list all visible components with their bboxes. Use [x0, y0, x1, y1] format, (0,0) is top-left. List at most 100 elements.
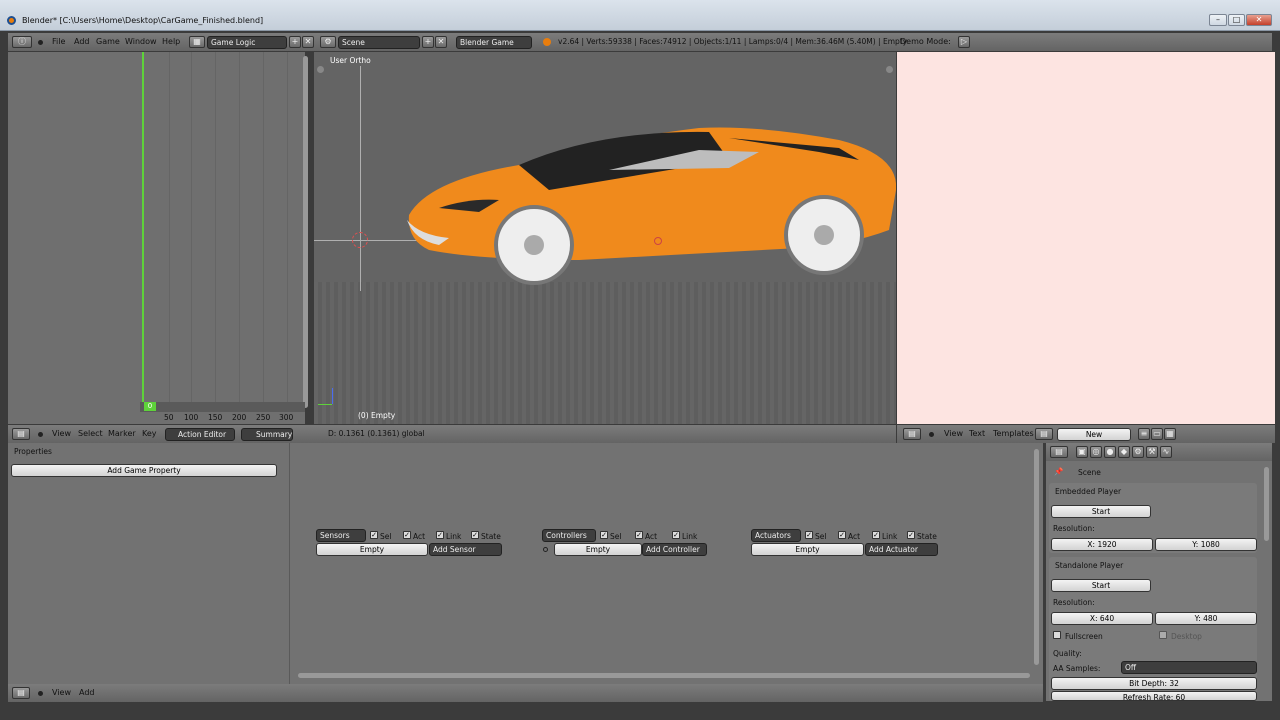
actuators-sel-checkbox[interactable]: ✓: [805, 531, 813, 539]
collapse-dot-icon[interactable]: [38, 691, 43, 696]
actuators-link-checkbox[interactable]: ✓: [872, 531, 880, 539]
scene-tab-icon[interactable]: ◎: [1090, 446, 1102, 458]
embedded-player-title[interactable]: Embedded Player: [1055, 487, 1121, 496]
action-editor-area[interactable]: 0 50 100 150 200 250 300: [8, 52, 308, 424]
scene-field[interactable]: Scene: [338, 36, 420, 49]
sensors-link-checkbox[interactable]: ✓: [436, 531, 444, 539]
fullscreen-label: Fullscreen: [1065, 632, 1103, 641]
editor-type-icon[interactable]: ▤: [903, 428, 921, 440]
standalone-start-button[interactable]: Start: [1051, 579, 1151, 592]
aa-samples-select[interactable]: Off: [1121, 661, 1257, 674]
collapse-dot-icon[interactable]: [38, 40, 43, 45]
bit-depth-field[interactable]: Bit Depth: 32: [1051, 677, 1257, 690]
sensors-menu[interactable]: Sensors: [316, 529, 366, 542]
screen-add-icon[interactable]: +: [289, 36, 301, 48]
modifiers-tab-icon[interactable]: ⚒: [1146, 446, 1158, 458]
menu-marker[interactable]: Marker: [108, 429, 136, 438]
add-game-property-button[interactable]: Add Game Property: [11, 464, 277, 477]
word-wrap-icon[interactable]: ▭: [1151, 428, 1163, 440]
standalone-player-title[interactable]: Standalone Player: [1055, 561, 1123, 570]
actuators-menu[interactable]: Actuators: [751, 529, 801, 542]
object-tab-icon[interactable]: ◆: [1118, 446, 1130, 458]
add-actuator-select[interactable]: Add Actuator: [865, 543, 938, 556]
text-browse-icon[interactable]: ▤: [1035, 428, 1053, 440]
scene-add-icon[interactable]: +: [422, 36, 434, 48]
add-sensor-select[interactable]: Add Sensor: [429, 543, 502, 556]
embedded-x-field[interactable]: X: 1920: [1051, 538, 1153, 551]
menu-help[interactable]: Help: [162, 37, 180, 46]
menu-window[interactable]: Window: [125, 37, 157, 46]
text-editor-area[interactable]: [897, 52, 1275, 424]
menu-key[interactable]: Key: [142, 429, 157, 438]
play-icon[interactable]: ▷: [958, 36, 970, 48]
actuators-act-checkbox[interactable]: ✓: [838, 531, 846, 539]
logic-editor-area[interactable]: Properties Add Game Property Sensors ✓ S…: [8, 443, 1043, 684]
menu-text[interactable]: Text: [969, 429, 985, 438]
fullscreen-checkbox[interactable]: [1053, 631, 1061, 639]
sensors-act-checkbox[interactable]: ✓: [403, 531, 411, 539]
menu-game[interactable]: Game: [96, 37, 120, 46]
vertical-scrollbar[interactable]: [1034, 449, 1039, 665]
mode-select[interactable]: Action Editor: [165, 428, 235, 441]
menu-add[interactable]: Add: [74, 37, 90, 46]
controllers-act-checkbox[interactable]: ✓: [635, 531, 643, 539]
menu-add[interactable]: Add: [79, 688, 95, 697]
actuators-state-checkbox[interactable]: ✓: [907, 531, 915, 539]
menu-select[interactable]: Select: [78, 429, 103, 438]
collapse-dot-icon[interactable]: [929, 432, 934, 437]
standalone-y-field[interactable]: Y: 480: [1155, 612, 1257, 625]
vertical-scrollbar[interactable]: [1264, 467, 1269, 541]
editor-type-icon[interactable]: ⓘ: [12, 36, 32, 48]
new-text-button[interactable]: New: [1057, 428, 1131, 441]
constraints-tab-icon[interactable]: ⚙: [1132, 446, 1144, 458]
corner-widget-icon[interactable]: [886, 66, 893, 73]
render-tab-icon[interactable]: ▣: [1076, 446, 1088, 458]
collapse-dot-icon[interactable]: [38, 432, 43, 437]
controllers-sel-checkbox[interactable]: ✓: [600, 531, 608, 539]
editor-type-icon[interactable]: ▤: [1050, 446, 1068, 458]
maximize-button[interactable]: □: [1228, 14, 1245, 26]
sensors-sel-checkbox[interactable]: ✓: [370, 531, 378, 539]
close-button[interactable]: ✕: [1246, 14, 1272, 26]
sensors-state-checkbox[interactable]: ✓: [471, 531, 479, 539]
syntax-icon[interactable]: ▦: [1164, 428, 1176, 440]
menu-view[interactable]: View: [52, 688, 71, 697]
world-tab-icon[interactable]: ●: [1104, 446, 1116, 458]
screen-layout-field[interactable]: Game Logic: [207, 36, 287, 49]
frame-marker[interactable]: 0: [144, 402, 156, 411]
refresh-rate-field[interactable]: Refresh Rate: 60: [1051, 691, 1257, 702]
horizontal-scrollbar[interactable]: [298, 673, 1030, 678]
embedded-y-field[interactable]: Y: 1080: [1155, 538, 1257, 551]
screen-layout-icon[interactable]: ▦: [189, 36, 205, 48]
physics-tab-icon[interactable]: ∿: [1160, 446, 1172, 458]
sensors-object-field[interactable]: Empty: [316, 543, 428, 556]
car-model[interactable]: [399, 120, 896, 290]
engine-select[interactable]: Blender Game: [456, 36, 532, 49]
desktop-checkbox[interactable]: [1159, 631, 1167, 639]
controllers-object-field[interactable]: Empty: [554, 543, 642, 556]
embedded-start-button[interactable]: Start: [1051, 505, 1151, 518]
editor-type-icon[interactable]: ▤: [12, 428, 30, 440]
minimize-button[interactable]: –: [1209, 14, 1227, 26]
menu-view[interactable]: View: [944, 429, 963, 438]
vertical-scrollbar[interactable]: [303, 56, 308, 408]
summary-toggle[interactable]: Summary: [241, 428, 293, 441]
controllers-menu[interactable]: Controllers: [542, 529, 596, 542]
controllers-dot-icon[interactable]: [543, 547, 548, 552]
menu-templates[interactable]: Templates: [993, 429, 1034, 438]
standalone-x-field[interactable]: X: 640: [1051, 612, 1153, 625]
scene-remove-icon[interactable]: ✕: [435, 36, 447, 48]
actuators-object-field[interactable]: Empty: [751, 543, 864, 556]
3d-viewport[interactable]: User Ortho (0) Empty: [314, 52, 896, 424]
corner-widget-icon[interactable]: [317, 66, 324, 73]
line-numbers-icon[interactable]: ≡: [1138, 428, 1150, 440]
add-controller-select[interactable]: Add Controller: [642, 543, 707, 556]
menu-file[interactable]: File: [52, 37, 65, 46]
menu-view[interactable]: View: [52, 429, 71, 438]
ruler-tick: 50: [164, 413, 174, 422]
controllers-link-checkbox[interactable]: ✓: [672, 531, 680, 539]
editor-type-icon[interactable]: ▤: [12, 687, 30, 699]
pin-icon[interactable]: 📌: [1054, 467, 1063, 476]
screen-remove-icon[interactable]: ✕: [302, 36, 314, 48]
scene-icon[interactable]: ⚙: [320, 36, 336, 48]
